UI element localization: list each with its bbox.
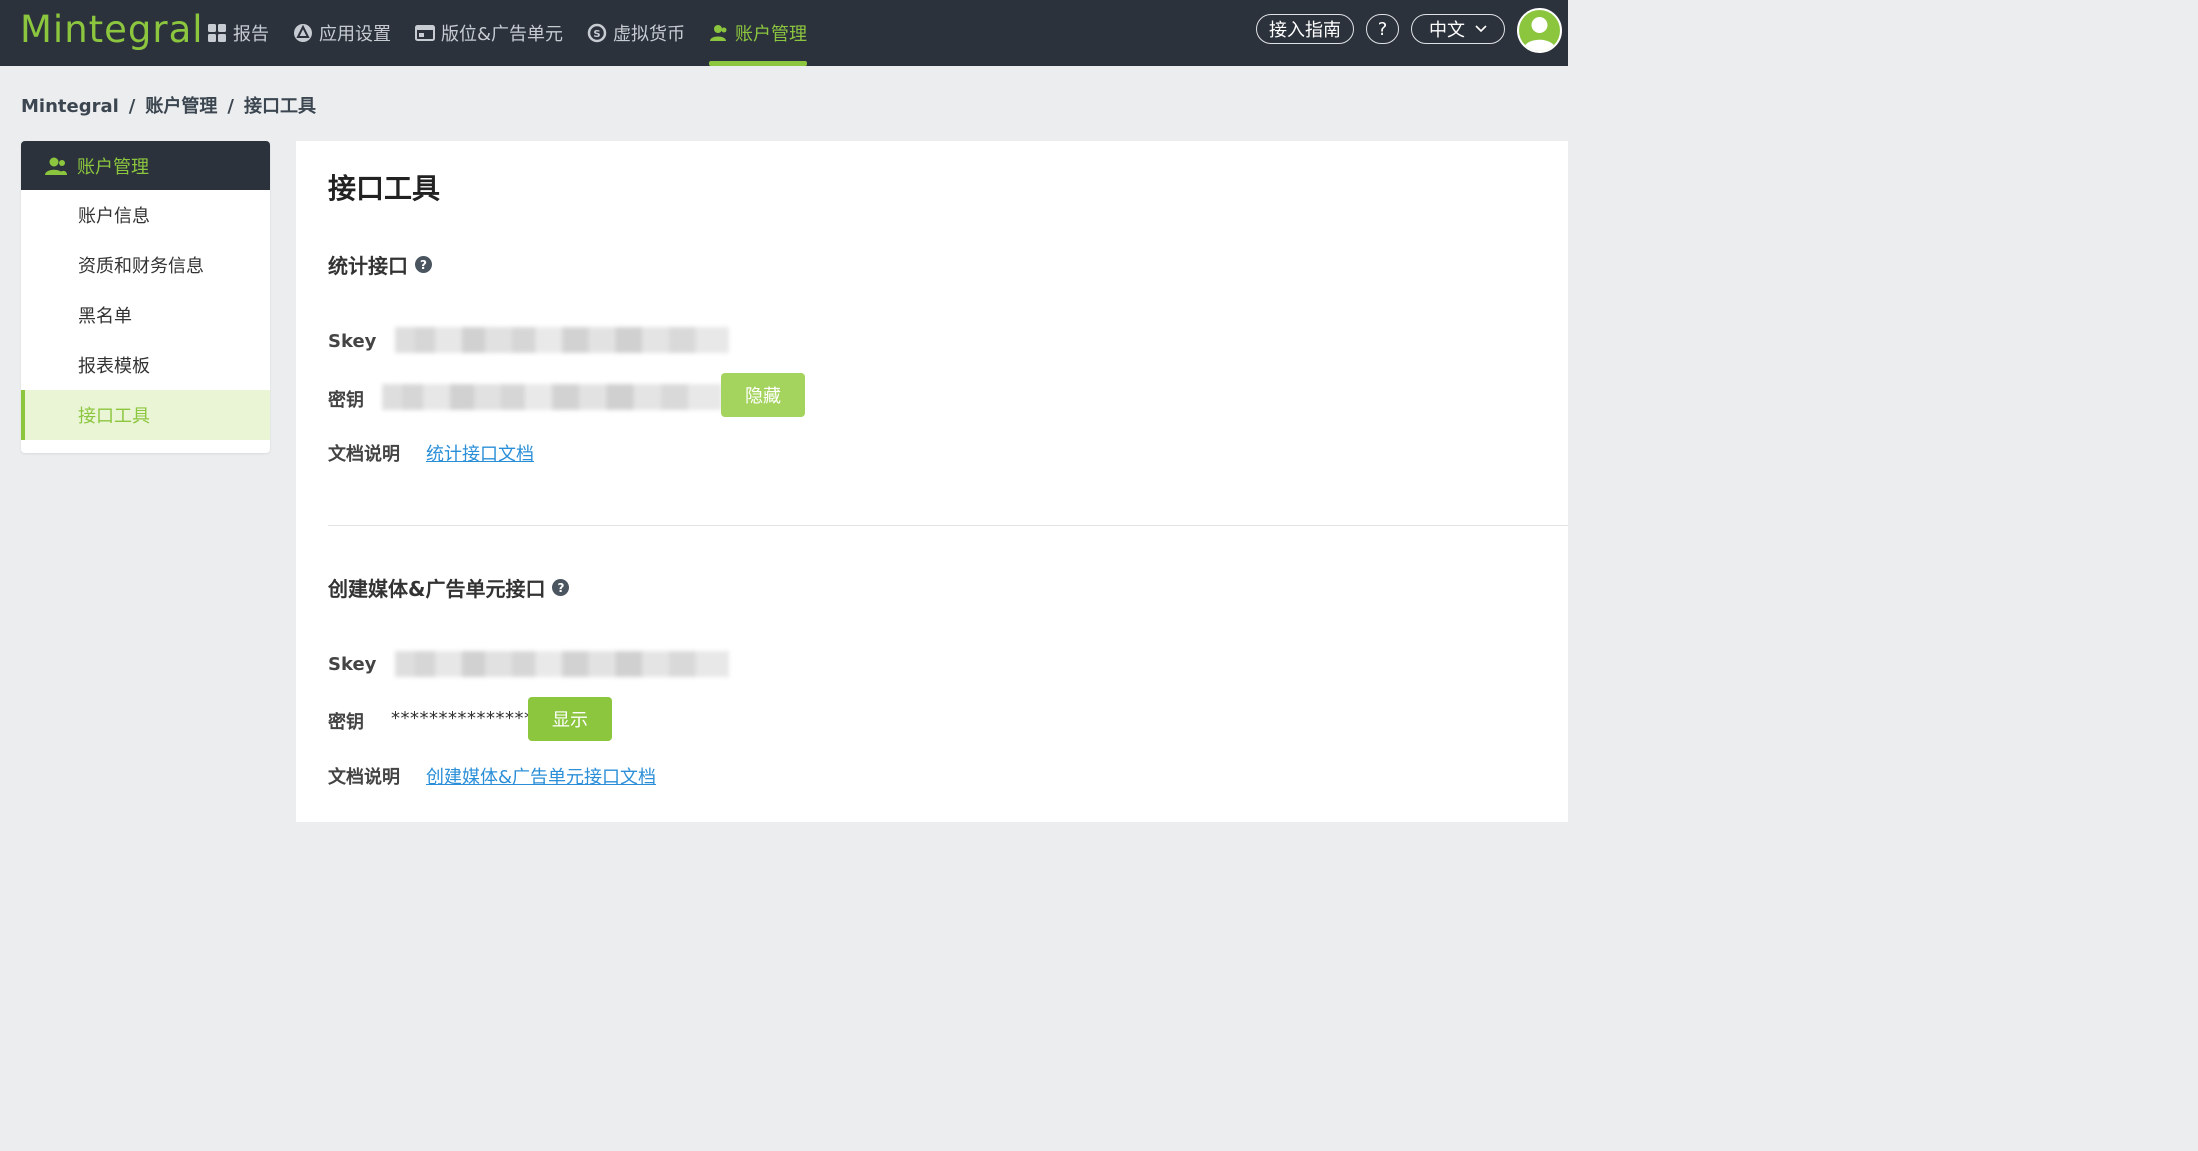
section-divider — [328, 525, 1568, 526]
breadcrumb-separator: / — [128, 96, 136, 117]
breadcrumb-separator: / — [227, 96, 234, 117]
create-api-doc-link[interactable]: 创建媒体&广告单元接口文档 — [426, 763, 656, 789]
section-title-text: 统计接口 — [328, 254, 408, 278]
secret-label: 密钥 — [328, 390, 364, 411]
skey-value-redacted — [395, 651, 729, 677]
nav-item-account[interactable]: 账户管理 — [709, 0, 808, 66]
breadcrumb: Mintegral / 账户管理 / 接口工具 — [21, 92, 316, 118]
help-label: ? — [1377, 18, 1388, 40]
section-title-text: 创建媒体&广告单元接口 — [328, 577, 546, 601]
help-button[interactable]: ? — [1366, 14, 1399, 44]
sidebar: 账户管理 账户信息 资质和财务信息 黑名单 报表模板 接口工具 — [21, 141, 270, 453]
sidebar-item-report-templates[interactable]: 报表模板 — [21, 340, 270, 390]
sidebar-item-qualification[interactable]: 资质和财务信息 — [21, 240, 270, 290]
nav-item-virtual-currency[interactable]: S 虚拟货币 — [587, 0, 685, 66]
sidebar-item-label: 黑名单 — [78, 306, 132, 327]
nav-item-label: 账户管理 — [735, 24, 808, 45]
hide-secret-button[interactable]: 隐藏 — [721, 373, 805, 417]
skey-value-redacted — [395, 327, 729, 353]
stats-api-section-title: 统计接口 ? — [328, 250, 432, 279]
stats-api-doc-link[interactable]: 统计接口文档 — [426, 440, 534, 466]
main-panel: 接口工具 统计接口 ? Skey 密钥 隐藏 文档说明 统计接口文档 创建媒体&… — [296, 141, 1568, 822]
chevron-down-icon — [1475, 25, 1487, 33]
skey-label: Skey — [328, 331, 377, 352]
show-secret-button[interactable]: 显示 — [528, 697, 612, 741]
currency-icon: S — [587, 23, 607, 43]
user-icon — [709, 23, 729, 43]
nav-item-label: 虚拟货币 — [613, 24, 686, 45]
integration-guide-button[interactable]: 接入指南 — [1256, 14, 1354, 44]
breadcrumb-item[interactable]: 账户管理 — [145, 96, 217, 117]
app-store-icon — [293, 23, 313, 43]
skey-label: Skey — [328, 654, 377, 675]
mintegral-logo[interactable]: Mintegral — [20, 8, 204, 51]
top-navbar: Mintegral 报告 应用设置 版位&广告单元 S 虚拟货币 账户管理 接入… — [0, 0, 1568, 66]
sidebar-header: 账户管理 — [21, 141, 270, 190]
breadcrumb-item-current: 接口工具 — [243, 96, 316, 117]
breadcrumb-item[interactable]: Mintegral — [21, 96, 119, 117]
sidebar-item-api-tools[interactable]: 接口工具 — [21, 390, 270, 440]
sidebar-item-label: 接口工具 — [78, 406, 150, 427]
nav-item-label: 版位&广告单元 — [441, 24, 564, 45]
ad-unit-icon — [415, 23, 435, 43]
sidebar-item-label: 报表模板 — [78, 356, 150, 377]
nav-item-ad-units[interactable]: 版位&广告单元 — [415, 0, 563, 66]
language-select[interactable]: 中文 — [1411, 14, 1505, 44]
secret-masked-value: **************** — [391, 708, 543, 729]
user-avatar-icon — [1523, 17, 1556, 51]
sidebar-item-label: 资质和财务信息 — [78, 256, 204, 277]
secret-label: 密钥 — [328, 712, 364, 733]
user-icon — [45, 156, 67, 176]
nav-item-label: 应用设置 — [319, 24, 391, 45]
create-api-section-title: 创建媒体&广告单元接口 ? — [328, 573, 570, 602]
main-nav: 报告 应用设置 版位&广告单元 S 虚拟货币 账户管理 — [207, 0, 831, 66]
sidebar-title: 账户管理 — [77, 156, 149, 178]
page-title: 接口工具 — [328, 172, 441, 205]
help-icon[interactable]: ? — [552, 579, 570, 596]
sidebar-item-account-info[interactable]: 账户信息 — [21, 190, 270, 240]
nav-item-report[interactable]: 报告 — [207, 0, 269, 66]
doc-label: 文档说明 — [328, 444, 400, 465]
sidebar-item-blacklist[interactable]: 黑名单 — [21, 290, 270, 340]
language-label: 中文 — [1429, 20, 1465, 41]
nav-item-app-settings[interactable]: 应用设置 — [293, 0, 391, 66]
avatar[interactable] — [1517, 8, 1562, 53]
help-icon[interactable]: ? — [415, 256, 432, 273]
nav-item-label: 报告 — [233, 24, 269, 45]
doc-label: 文档说明 — [328, 767, 400, 788]
svg-text:S: S — [593, 29, 600, 40]
grid-icon — [207, 23, 227, 43]
secret-value-redacted — [382, 384, 722, 410]
sidebar-item-label: 账户信息 — [78, 206, 150, 227]
